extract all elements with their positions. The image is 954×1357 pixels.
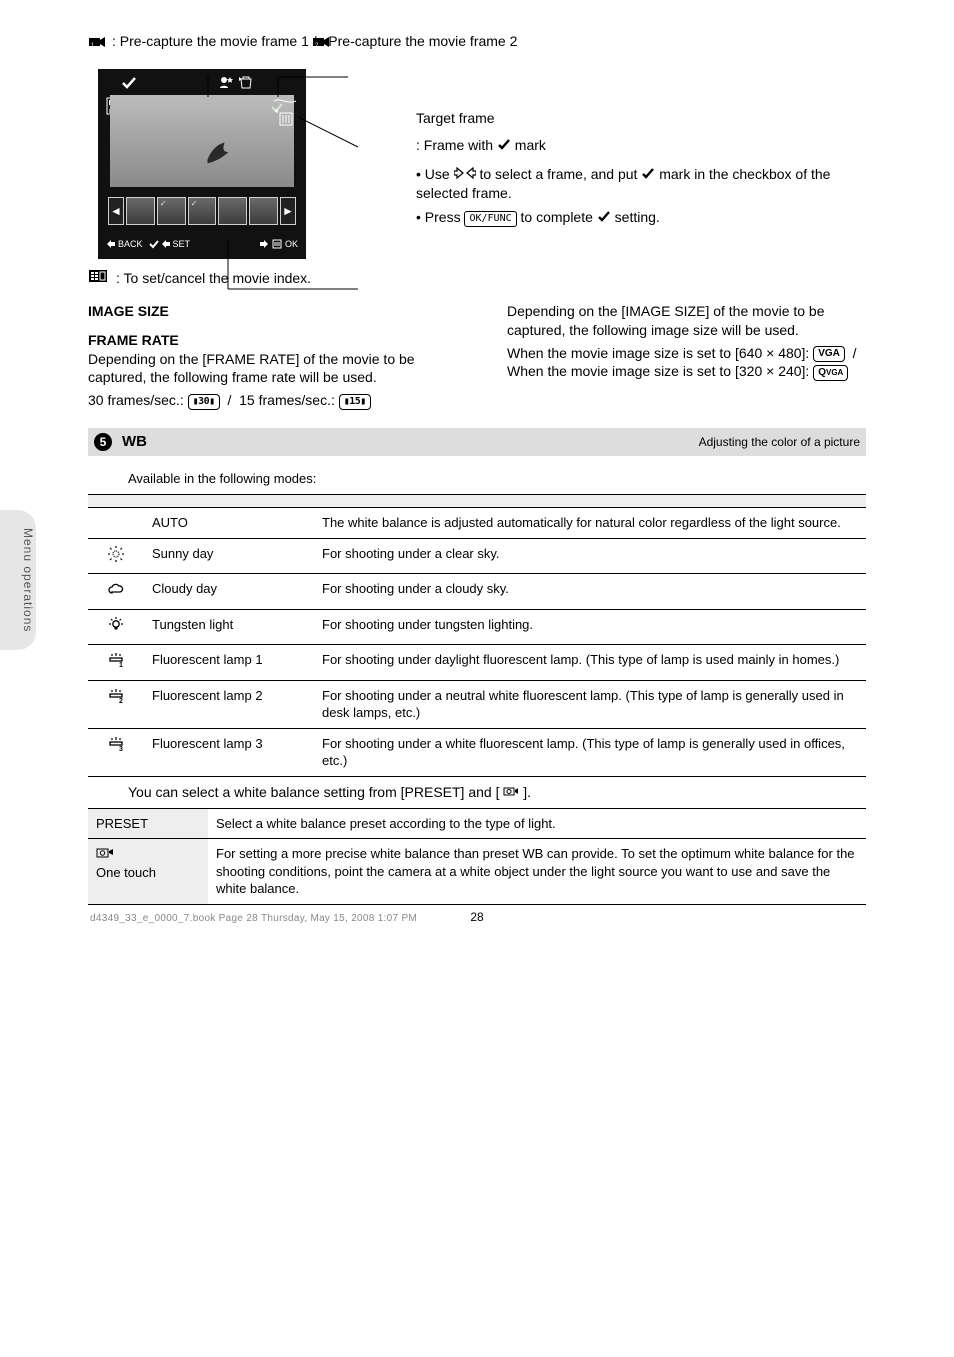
set-hint: SET bbox=[149, 238, 191, 250]
qvga-badge: QVGA bbox=[813, 365, 848, 381]
bird-silhouette bbox=[198, 131, 236, 173]
callout-target-frame: Target frame bbox=[416, 109, 866, 128]
trash-back-icon bbox=[238, 75, 254, 89]
preset-table: PRESET Select a white balance preset acc… bbox=[88, 808, 866, 905]
strip-left-arrow[interactable]: ◄ bbox=[108, 197, 124, 225]
one-touch-inline-icon bbox=[503, 784, 519, 800]
frame-rate-text: Depending on the [FRAME RATE] of the mov… bbox=[88, 350, 447, 388]
image-size-heading: IMAGE SIZE bbox=[88, 302, 447, 321]
cam2-icon: 2 bbox=[312, 34, 330, 48]
svg-text:3: 3 bbox=[119, 746, 123, 753]
check-icon bbox=[497, 136, 511, 155]
back-hint: BACK bbox=[106, 238, 143, 250]
strip-thumb[interactable] bbox=[249, 197, 278, 225]
movie-index-icon bbox=[88, 269, 108, 283]
callout-use-arrows: • Use to select a frame, and put mark in… bbox=[416, 165, 866, 203]
wb-available-heading: Available in the following modes: bbox=[128, 470, 866, 488]
lcd-screenshot: PRE ◄ ✓ ✓ ► BACK bbox=[98, 69, 388, 259]
page-footer: d4349_33_e_0000_7.book Page 28 Thursday,… bbox=[90, 912, 417, 926]
wb-desc: For shooting under daylight fluorescent … bbox=[314, 645, 866, 681]
check-icon bbox=[641, 165, 655, 184]
ok-func-button: OK/FUNC bbox=[464, 211, 516, 227]
sun-icon bbox=[107, 545, 125, 563]
wb-label: AUTO bbox=[144, 508, 314, 539]
section-wb: 5 WB Adjusting the color of a picture bbox=[88, 428, 866, 456]
precapture-header: 1 : Pre-capture the movie frame 1 / : Pr… bbox=[88, 32, 866, 51]
page-number: 28 bbox=[470, 909, 483, 925]
wb-desc: For shooting under a white fluorescent l… bbox=[314, 728, 866, 776]
strip-thumb[interactable] bbox=[126, 197, 155, 225]
svg-text:2: 2 bbox=[119, 698, 123, 705]
fluorescent3-icon: 3 bbox=[107, 735, 125, 753]
wb-label: Tungsten light bbox=[144, 609, 314, 645]
strip-thumb[interactable] bbox=[218, 197, 247, 225]
section-number: 5 bbox=[94, 433, 112, 451]
wb-desc: For shooting under a clear sky. bbox=[314, 538, 866, 574]
ok-hint: OK bbox=[259, 238, 298, 250]
rate-15-badge: ▮15▮ bbox=[339, 394, 371, 410]
preset-desc: Select a white balance preset according … bbox=[208, 808, 866, 839]
bulb-icon bbox=[107, 616, 125, 634]
cam1-icon: 1 bbox=[88, 34, 106, 48]
section-subtitle: Adjusting the color of a picture bbox=[699, 434, 860, 450]
check-icon bbox=[120, 75, 138, 89]
image-size-640: When the movie image size is set to [640… bbox=[507, 344, 866, 363]
main-preview bbox=[110, 95, 294, 187]
callout-frame-with-mark: : Frame with mark bbox=[416, 136, 866, 155]
one-touch-th: One touch bbox=[88, 839, 208, 905]
image-size-text: Depending on the [IMAGE SIZE] of the mov… bbox=[507, 302, 866, 340]
one-touch-desc: For setting a more precise white balance… bbox=[208, 839, 866, 905]
section-title: WB bbox=[122, 432, 147, 452]
callout-press-ok: • Press OK/FUNC to complete setting. bbox=[416, 208, 866, 227]
preset-th: PRESET bbox=[88, 808, 208, 839]
svg-text:1: 1 bbox=[119, 662, 123, 669]
side-tab: Menu operations bbox=[0, 510, 36, 650]
frame-rate-heading: FRAME RATE bbox=[88, 331, 447, 350]
strip-thumb[interactable]: ✓ bbox=[157, 197, 186, 225]
wb-table: AUTO The white balance is adjusted autom… bbox=[88, 494, 866, 777]
strip-right-arrow[interactable]: ► bbox=[280, 197, 296, 225]
left-right-icon bbox=[454, 165, 476, 184]
person-star-icon bbox=[218, 75, 234, 89]
wb-label: Fluorescent lamp 3 bbox=[144, 728, 314, 776]
wb-desc: For shooting under tungsten lighting. bbox=[314, 609, 866, 645]
preset-lead: You can select a white balance setting f… bbox=[128, 783, 866, 802]
fluorescent1-icon: 1 bbox=[107, 651, 125, 669]
one-touch-icon bbox=[96, 847, 114, 862]
callout-movie-index: : To set/cancel the movie index. bbox=[116, 269, 311, 288]
wb-label: Cloudy day bbox=[144, 574, 314, 610]
frame-rate-30: 30 frames/sec.: ▮30▮ / 15 frames/sec.: ▮… bbox=[88, 391, 447, 410]
wb-desc: For shooting under a cloudy sky. bbox=[314, 574, 866, 610]
wb-desc: The white balance is adjusted automatica… bbox=[314, 508, 866, 539]
wb-label: Sunny day bbox=[144, 538, 314, 574]
wb-desc: For shooting under a neutral white fluor… bbox=[314, 680, 866, 728]
cloud-icon bbox=[107, 580, 125, 598]
rate-30-badge: ▮30▮ bbox=[188, 394, 220, 410]
wb-label: Fluorescent lamp 2 bbox=[144, 680, 314, 728]
check-icon bbox=[597, 208, 611, 227]
trash-target-icon bbox=[270, 99, 300, 125]
strip-thumb[interactable]: ✓ bbox=[188, 197, 217, 225]
wb-label: Fluorescent lamp 1 bbox=[144, 645, 314, 681]
image-size-320: When the movie image size is set to [320… bbox=[507, 362, 866, 381]
thumbnail-strip: ◄ ✓ ✓ ► bbox=[108, 197, 296, 225]
fluorescent2-icon: 2 bbox=[107, 687, 125, 705]
vga-badge: VGA bbox=[813, 346, 845, 362]
